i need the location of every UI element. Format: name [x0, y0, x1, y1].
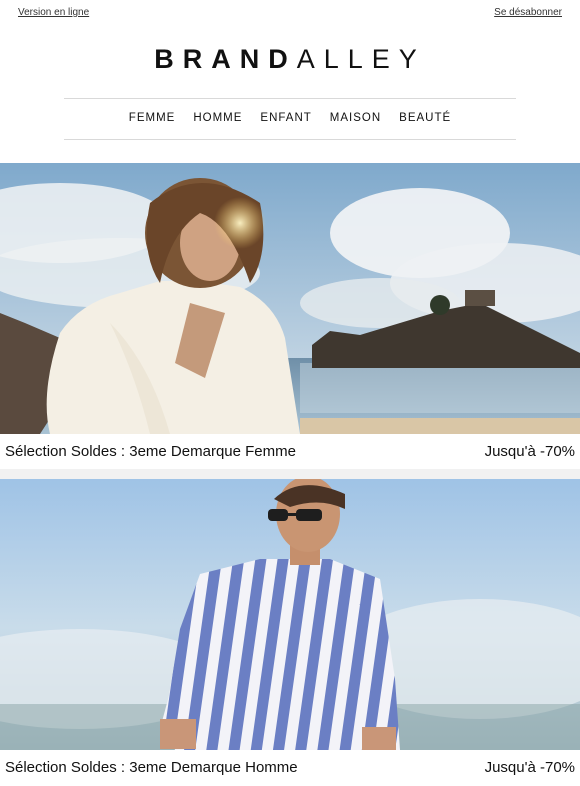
- banner-femme-promo: Jusqu'à -70%: [484, 443, 575, 460]
- brand-logo[interactable]: BRANDALLEY: [0, 44, 580, 75]
- banner-femme-title: Sélection Soldes : 3eme Demarque Femme: [5, 443, 296, 460]
- online-version-link[interactable]: Version en ligne: [18, 7, 89, 18]
- banner-homme-title: Sélection Soldes : 3eme Demarque Homme: [5, 759, 298, 776]
- logo-bold-text: BRAND: [154, 44, 297, 74]
- banner-femme-caption[interactable]: Sélection Soldes : 3eme Demarque Femme J…: [0, 434, 580, 470]
- header-divider-top: [64, 98, 516, 99]
- nav-item-enfant[interactable]: ENFANT: [260, 112, 311, 124]
- banner-homme-illustration: [0, 479, 580, 750]
- unsubscribe-link[interactable]: Se désabonner: [494, 7, 562, 18]
- nav-item-femme[interactable]: FEMME: [129, 112, 176, 124]
- main-nav: FEMME HOMME ENFANT MAISON BEAUTÉ: [0, 112, 580, 124]
- header-divider-bottom: [64, 139, 516, 140]
- top-links-bar: Version en ligne Se désabonner: [0, 0, 580, 26]
- logo-light-text: ALLEY: [296, 44, 426, 74]
- banner-femme-illustration: [0, 163, 580, 434]
- nav-item-beaute[interactable]: BEAUTÉ: [399, 112, 451, 124]
- banner-femme-image[interactable]: [0, 163, 580, 434]
- banner-homme-promo: Jusqu'à -70%: [484, 759, 575, 776]
- nav-item-maison[interactable]: MAISON: [330, 112, 381, 124]
- nav-item-homme[interactable]: HOMME: [193, 112, 242, 124]
- banner-homme-image[interactable]: [0, 479, 580, 750]
- banner-homme-caption[interactable]: Sélection Soldes : 3eme Demarque Homme J…: [0, 750, 580, 786]
- section-divider: [0, 469, 580, 479]
